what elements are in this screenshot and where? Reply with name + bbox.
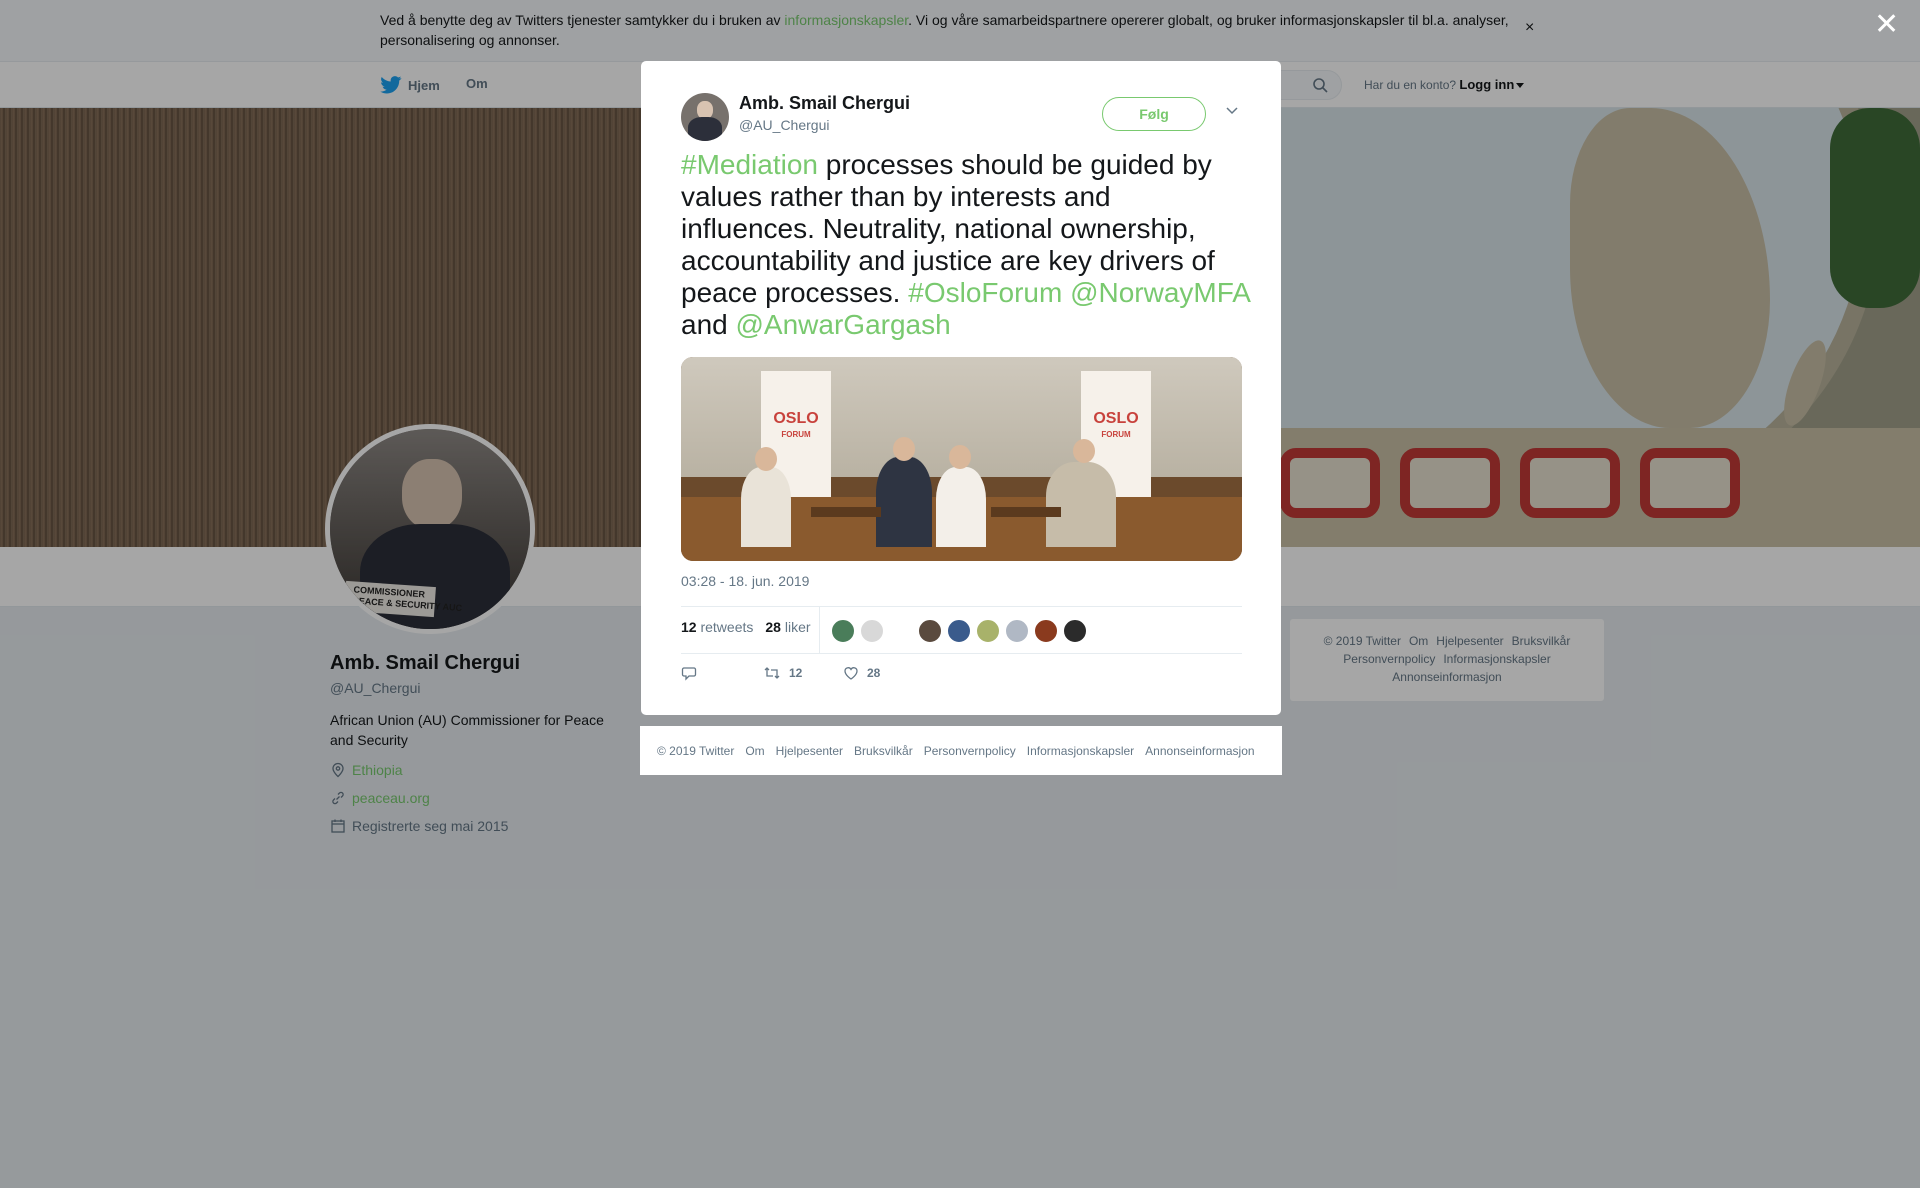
photo-person <box>936 467 986 547</box>
mention-link[interactable]: @AnwarGargash <box>736 309 951 340</box>
like-count: 28 <box>765 619 781 635</box>
divider <box>681 606 1242 607</box>
liker-avatar[interactable] <box>947 619 971 643</box>
tweet-text: #Mediation processes should be guided by… <box>681 149 1251 341</box>
follow-button[interactable]: Følg <box>1102 97 1206 131</box>
banner-subtitle: FORUM <box>1101 430 1131 439</box>
photo-table <box>811 507 881 517</box>
retweet-count: 12 <box>681 619 697 635</box>
tweet-actions: 12 28 <box>681 665 880 681</box>
like-action-count: 28 <box>867 666 881 680</box>
liker-avatar[interactable] <box>831 619 855 643</box>
liker-avatar[interactable] <box>1005 619 1029 643</box>
divider <box>819 607 820 653</box>
footer-link-ads[interactable]: Annonseinformasjon <box>1145 744 1254 758</box>
liker-avatar[interactable] <box>1063 619 1087 643</box>
retweet-action-count: 12 <box>789 666 803 680</box>
hashtag-link[interactable]: #Mediation <box>681 149 818 180</box>
tweet-timestamp[interactable]: 03:28 - 18. jun. 2019 <box>681 573 809 589</box>
photo-person-head <box>893 437 915 461</box>
retweet-stat[interactable]: 12 retweets <box>681 619 753 635</box>
photo-person-head <box>1073 439 1095 463</box>
photo-person <box>876 457 932 547</box>
liker-avatar[interactable] <box>1034 619 1058 643</box>
liker-avatars <box>831 619 1087 643</box>
banner-title: OSLO <box>773 410 819 427</box>
tweet-author-handle[interactable]: @AU_Chergui <box>739 117 829 133</box>
banner-subtitle: FORUM <box>781 430 811 439</box>
reply-icon <box>681 667 697 681</box>
heart-icon <box>844 667 858 680</box>
footer-link-about[interactable]: Om <box>745 744 764 758</box>
like-button[interactable]: 28 <box>843 665 880 681</box>
tweet-author-name[interactable]: Amb. Smail Chergui <box>739 93 910 114</box>
footer-link-privacy[interactable]: Personvernpolicy <box>924 744 1016 758</box>
tweet-stats: 12 retweets 28 liker <box>681 619 811 635</box>
like-label: liker <box>784 619 811 635</box>
tweet-author-avatar[interactable] <box>681 93 729 141</box>
hashtag-link[interactable]: #OsloForum <box>908 277 1062 308</box>
liker-avatar[interactable] <box>976 619 1000 643</box>
tweet-modal: Amb. Smail Chergui @AU_Chergui Følg #Med… <box>641 61 1281 715</box>
photo-person <box>741 467 791 547</box>
avatar-suit <box>688 117 722 141</box>
modal-footer: © 2019 Twitter Om Hjelpesenter Bruksvilk… <box>640 726 1282 775</box>
liker-avatar[interactable] <box>918 619 942 643</box>
close-icon[interactable]: ✕ <box>1874 10 1899 40</box>
divider <box>681 653 1242 654</box>
retweet-icon <box>764 667 780 679</box>
liker-avatar[interactable] <box>860 619 884 643</box>
mention-link[interactable]: @NorwayMFA <box>1070 277 1249 308</box>
photo-person-head <box>755 447 777 471</box>
footer-copyright: © 2019 Twitter <box>657 743 735 758</box>
footer-link-cookies[interactable]: Informasjonskapsler <box>1027 744 1134 758</box>
photo-person-head <box>949 445 971 469</box>
footer-link-help[interactable]: Hjelpesenter <box>776 744 843 758</box>
like-stat[interactable]: 28 liker <box>765 619 810 635</box>
footer-link-terms[interactable]: Bruksvilkår <box>854 744 913 758</box>
tweet-photo[interactable]: OSLO FORUM OSLO FORUM <box>681 357 1242 561</box>
retweet-button[interactable]: 12 <box>763 665 843 681</box>
banner-title: OSLO <box>1093 410 1139 427</box>
photo-table <box>991 507 1061 517</box>
reply-button[interactable] <box>681 665 763 681</box>
tweet-and: and <box>681 309 736 340</box>
retweet-label: retweets <box>700 619 754 635</box>
liker-avatar[interactable] <box>889 619 913 643</box>
photo-person <box>1046 462 1116 547</box>
chevron-down-icon[interactable] <box>1225 105 1239 115</box>
